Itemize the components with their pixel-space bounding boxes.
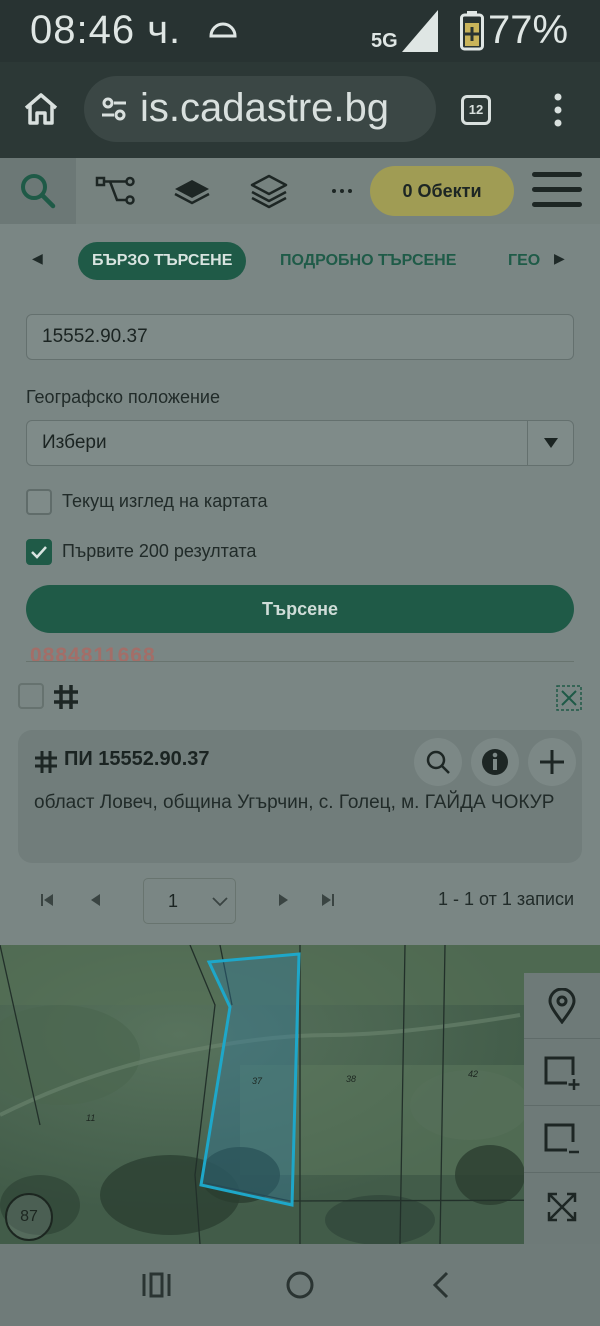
- battery-icon: [460, 11, 484, 51]
- add-button[interactable]: [528, 738, 576, 786]
- zoom-out-box-button[interactable]: [524, 1107, 600, 1173]
- parcel-label: 37: [252, 1076, 263, 1086]
- more-horiz-icon: [332, 189, 352, 193]
- satellite-imagery: [0, 945, 600, 1244]
- first-page-icon[interactable]: [39, 892, 55, 908]
- prev-page-icon[interactable]: [88, 892, 104, 908]
- url-text: is.cadastre.bg: [140, 86, 390, 130]
- cadastre-app: 0 Обекти ◀ БЪРЗО ТЪРСЕНЕ ПОДРОБНО ТЪРСЕН…: [0, 158, 600, 945]
- parcel-label: 11: [86, 1113, 96, 1123]
- cloud-sync-icon: [209, 22, 237, 38]
- route-tool[interactable]: [77, 158, 153, 224]
- info-icon: [482, 749, 508, 775]
- result-card[interactable]: ПИ 15552.90.37 област Ловеч, община Угър…: [18, 730, 582, 863]
- route-nodes-icon: [95, 176, 135, 205]
- geo-location-value: Избери: [42, 432, 107, 453]
- next-page-icon[interactable]: [275, 892, 291, 908]
- search-button[interactable]: Търсене: [26, 585, 574, 633]
- hamburger-menu-icon[interactable]: [532, 172, 582, 210]
- status-bar: 08:46 ч. 5G 77%: [0, 0, 600, 62]
- network-type: 5G: [371, 30, 398, 52]
- site-settings-icon[interactable]: [100, 96, 128, 122]
- select-all-checkbox[interactable]: [18, 683, 44, 709]
- search-icon: [21, 174, 56, 209]
- chevron-down-icon: [212, 897, 228, 907]
- tabs-left-arrow-icon[interactable]: ◀: [32, 250, 43, 267]
- search-tabs: ◀ БЪРЗО ТЪРСЕНЕ ПОДРОБНО ТЪРСЕНЕ ГЕО ▶: [0, 242, 600, 280]
- current-view-label: Текущ изглед на картата: [62, 491, 268, 511]
- grid-hash-icon[interactable]: [52, 683, 80, 711]
- map-view[interactable]: 37 38 42 11 87: [0, 945, 600, 1244]
- layers-tool[interactable]: [231, 158, 307, 224]
- tab-switcher-button[interactable]: 12: [461, 95, 491, 125]
- map-tools: [524, 973, 600, 1244]
- results-controls: [18, 683, 584, 713]
- tab-quick-search[interactable]: БЪРЗО ТЪРСЕНЕ: [78, 242, 247, 280]
- home-nav-icon[interactable]: [283, 1270, 317, 1300]
- phone-watermark: 0884811668: [30, 644, 156, 667]
- battery-percent: 77%: [488, 8, 569, 52]
- records-info: 1 - 1 от 1 записи: [437, 889, 574, 909]
- signal-icon: [402, 10, 438, 52]
- last-page-icon[interactable]: [320, 892, 336, 908]
- tab-geo[interactable]: ГЕО: [508, 242, 542, 280]
- fullscreen-button[interactable]: [524, 1174, 600, 1240]
- zoom-in-box-button[interactable]: [524, 1040, 600, 1106]
- back-nav-icon[interactable]: [425, 1270, 459, 1300]
- browser-toolbar: is.cadastre.bg 12: [0, 62, 600, 158]
- first-200-label: Първите 200 резултата: [62, 541, 257, 561]
- recent-apps-icon[interactable]: [140, 1270, 174, 1300]
- zoom-to-button[interactable]: [414, 738, 462, 786]
- my-location-button[interactable]: [524, 973, 600, 1039]
- page-number: 1: [168, 891, 179, 911]
- app-toolbar: 0 Обекти: [0, 158, 600, 224]
- address-bar[interactable]: is.cadastre.bg: [84, 76, 436, 142]
- divider: [26, 661, 574, 662]
- search-tool[interactable]: [0, 158, 76, 224]
- parcel-hash-icon: [35, 751, 57, 773]
- more-vert-icon[interactable]: [548, 92, 568, 128]
- fullscreen-icon: [547, 1192, 577, 1222]
- info-button[interactable]: [471, 738, 519, 786]
- tabs-right-arrow-icon[interactable]: ▶: [554, 250, 565, 267]
- magnifier-icon: [426, 750, 450, 774]
- status-time: 08:46 ч.: [30, 8, 182, 52]
- geo-location-label: Географско положение: [26, 387, 220, 407]
- objects-button[interactable]: 0 Обекти: [370, 166, 514, 216]
- result-description: област Ловеч, община Угърчин, с. Голец, …: [34, 792, 555, 813]
- layers-stack-icon: [250, 174, 288, 209]
- home-icon[interactable]: [22, 90, 60, 128]
- search-input[interactable]: 15552.90.37: [26, 314, 574, 360]
- checkmark-icon: [31, 546, 47, 559]
- zoom-box-plus-icon: [544, 1056, 580, 1090]
- system-nav-bar: [0, 1244, 600, 1326]
- zoom-box-minus-icon: [544, 1123, 579, 1153]
- layer-icon: [174, 180, 210, 205]
- pagination: 1 1 - 1 от 1 записи: [0, 876, 600, 926]
- zoom-extent-icon[interactable]: [556, 685, 582, 711]
- first-200-checkbox[interactable]: [26, 539, 52, 565]
- page-select[interactable]: 1: [143, 878, 236, 924]
- layer-tool[interactable]: [154, 158, 230, 224]
- dropdown-arrow-icon: [527, 421, 573, 465]
- geo-location-select[interactable]: Избери: [26, 420, 574, 466]
- tab-detailed-search[interactable]: ПОДРОБНО ТЪРСЕНЕ: [280, 242, 456, 280]
- plus-icon: [540, 750, 564, 774]
- more-tools[interactable]: [304, 158, 380, 224]
- current-view-checkbox[interactable]: [26, 489, 52, 515]
- parcel-label: 42: [468, 1069, 479, 1079]
- result-title: ПИ 15552.90.37: [64, 748, 210, 770]
- location-pin-icon: [548, 987, 576, 1024]
- parcel-label: 38: [346, 1074, 357, 1084]
- zoom-level-badge: 87: [5, 1193, 53, 1241]
